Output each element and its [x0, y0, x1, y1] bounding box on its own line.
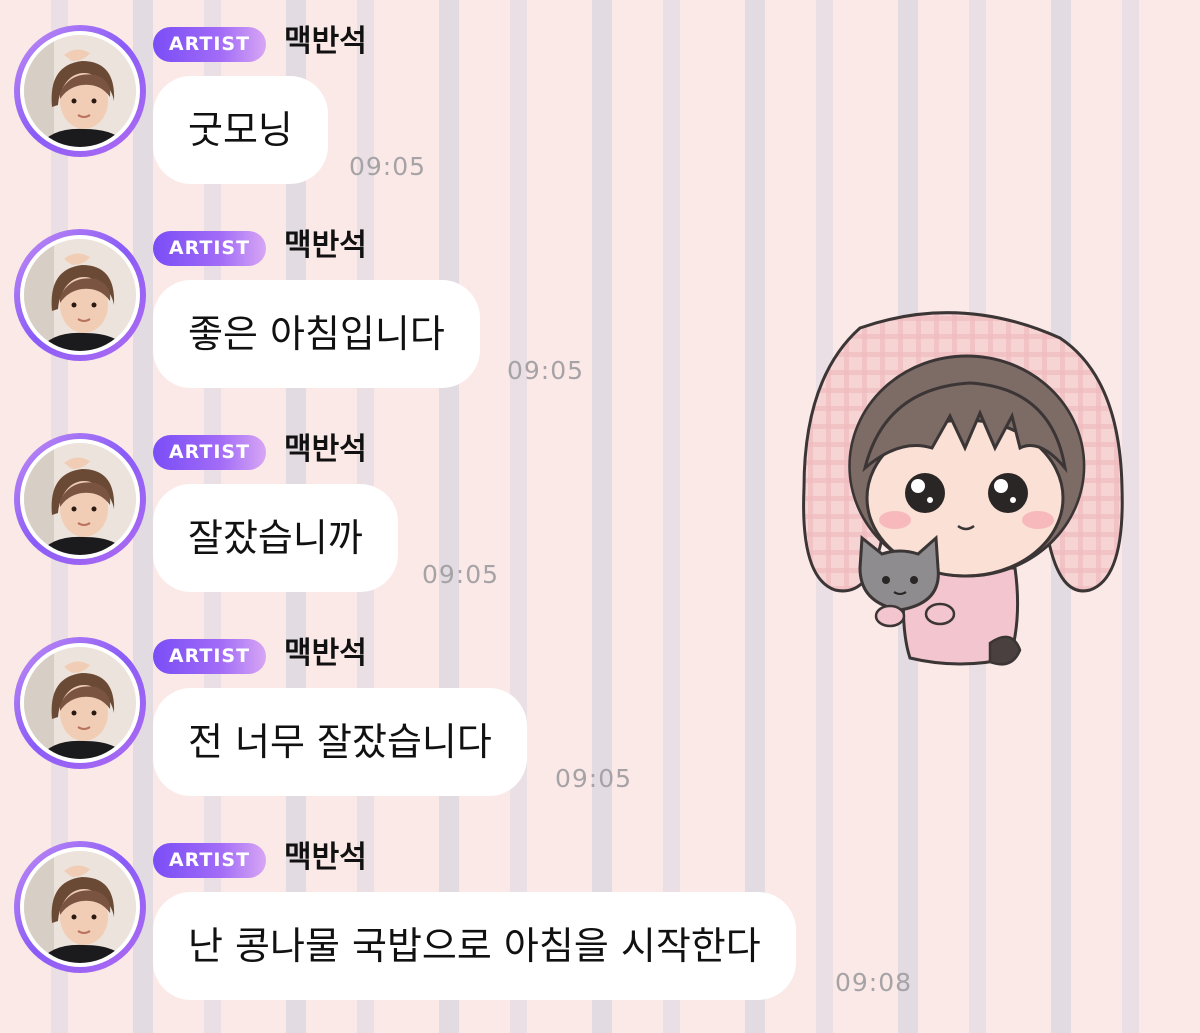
artist-avatar[interactable] [14, 229, 146, 361]
message-bubble[interactable]: 좋은 아침입니다 [153, 280, 480, 388]
artist-avatar[interactable] [14, 637, 146, 769]
artist-badge: ARTIST [153, 435, 266, 470]
avatar-photo [24, 647, 136, 759]
avatar-photo [24, 239, 136, 351]
sender-name[interactable]: 맥반석 [284, 22, 367, 62]
avatar-photo [24, 443, 136, 555]
chat-message: ARTIST 맥반석 잘잤습니까 09:05 [0, 408, 900, 598]
message-timestamp: 09:05 [507, 356, 585, 385]
artist-avatar[interactable] [14, 433, 146, 565]
avatar-photo [24, 35, 136, 147]
sender-name[interactable]: 맥반석 [284, 838, 367, 878]
avatar-photo [24, 851, 136, 963]
message-bubble[interactable]: 난 콩나물 국밥으로 아침을 시작한다 [153, 892, 796, 1000]
chat-message: ARTIST 맥반석 난 콩나물 국밥으로 아침을 시작한다 09:08 [0, 816, 911, 1006]
artist-avatar[interactable] [14, 841, 146, 973]
chat-message: ARTIST 맥반석 전 너무 잘잤습니다 09:05 [0, 612, 900, 802]
chat-message: ARTIST 맥반석 좋은 아침입니다 09:05 [0, 204, 900, 394]
sender-name[interactable]: 맥반석 [284, 226, 367, 266]
message-timestamp: 09:05 [555, 764, 633, 793]
sender-name[interactable]: 맥반석 [284, 430, 367, 470]
chibi-bunny-sticker-icon[interactable] [790, 298, 1140, 678]
chat-message: ARTIST 맥반석 굿모닝 09:05 [0, 0, 900, 190]
artist-badge: ARTIST [153, 27, 266, 62]
message-timestamp: 09:08 [835, 968, 913, 997]
artist-avatar[interactable] [14, 25, 146, 157]
message-bubble[interactable]: 잘잤습니까 [153, 484, 398, 592]
sender-name[interactable]: 맥반석 [284, 634, 367, 674]
message-bubble[interactable]: 전 너무 잘잤습니다 [153, 688, 527, 796]
chat-feed: ARTIST 맥반석 굿모닝 09:05 ARTIST 맥반석 좋은 아침입니다… [0, 0, 1200, 1033]
message-bubble[interactable]: 굿모닝 [153, 76, 328, 184]
message-timestamp: 09:05 [422, 560, 500, 589]
artist-badge: ARTIST [153, 639, 266, 674]
artist-badge: ARTIST [153, 231, 266, 266]
artist-badge: ARTIST [153, 843, 266, 878]
message-timestamp: 09:05 [349, 152, 427, 181]
